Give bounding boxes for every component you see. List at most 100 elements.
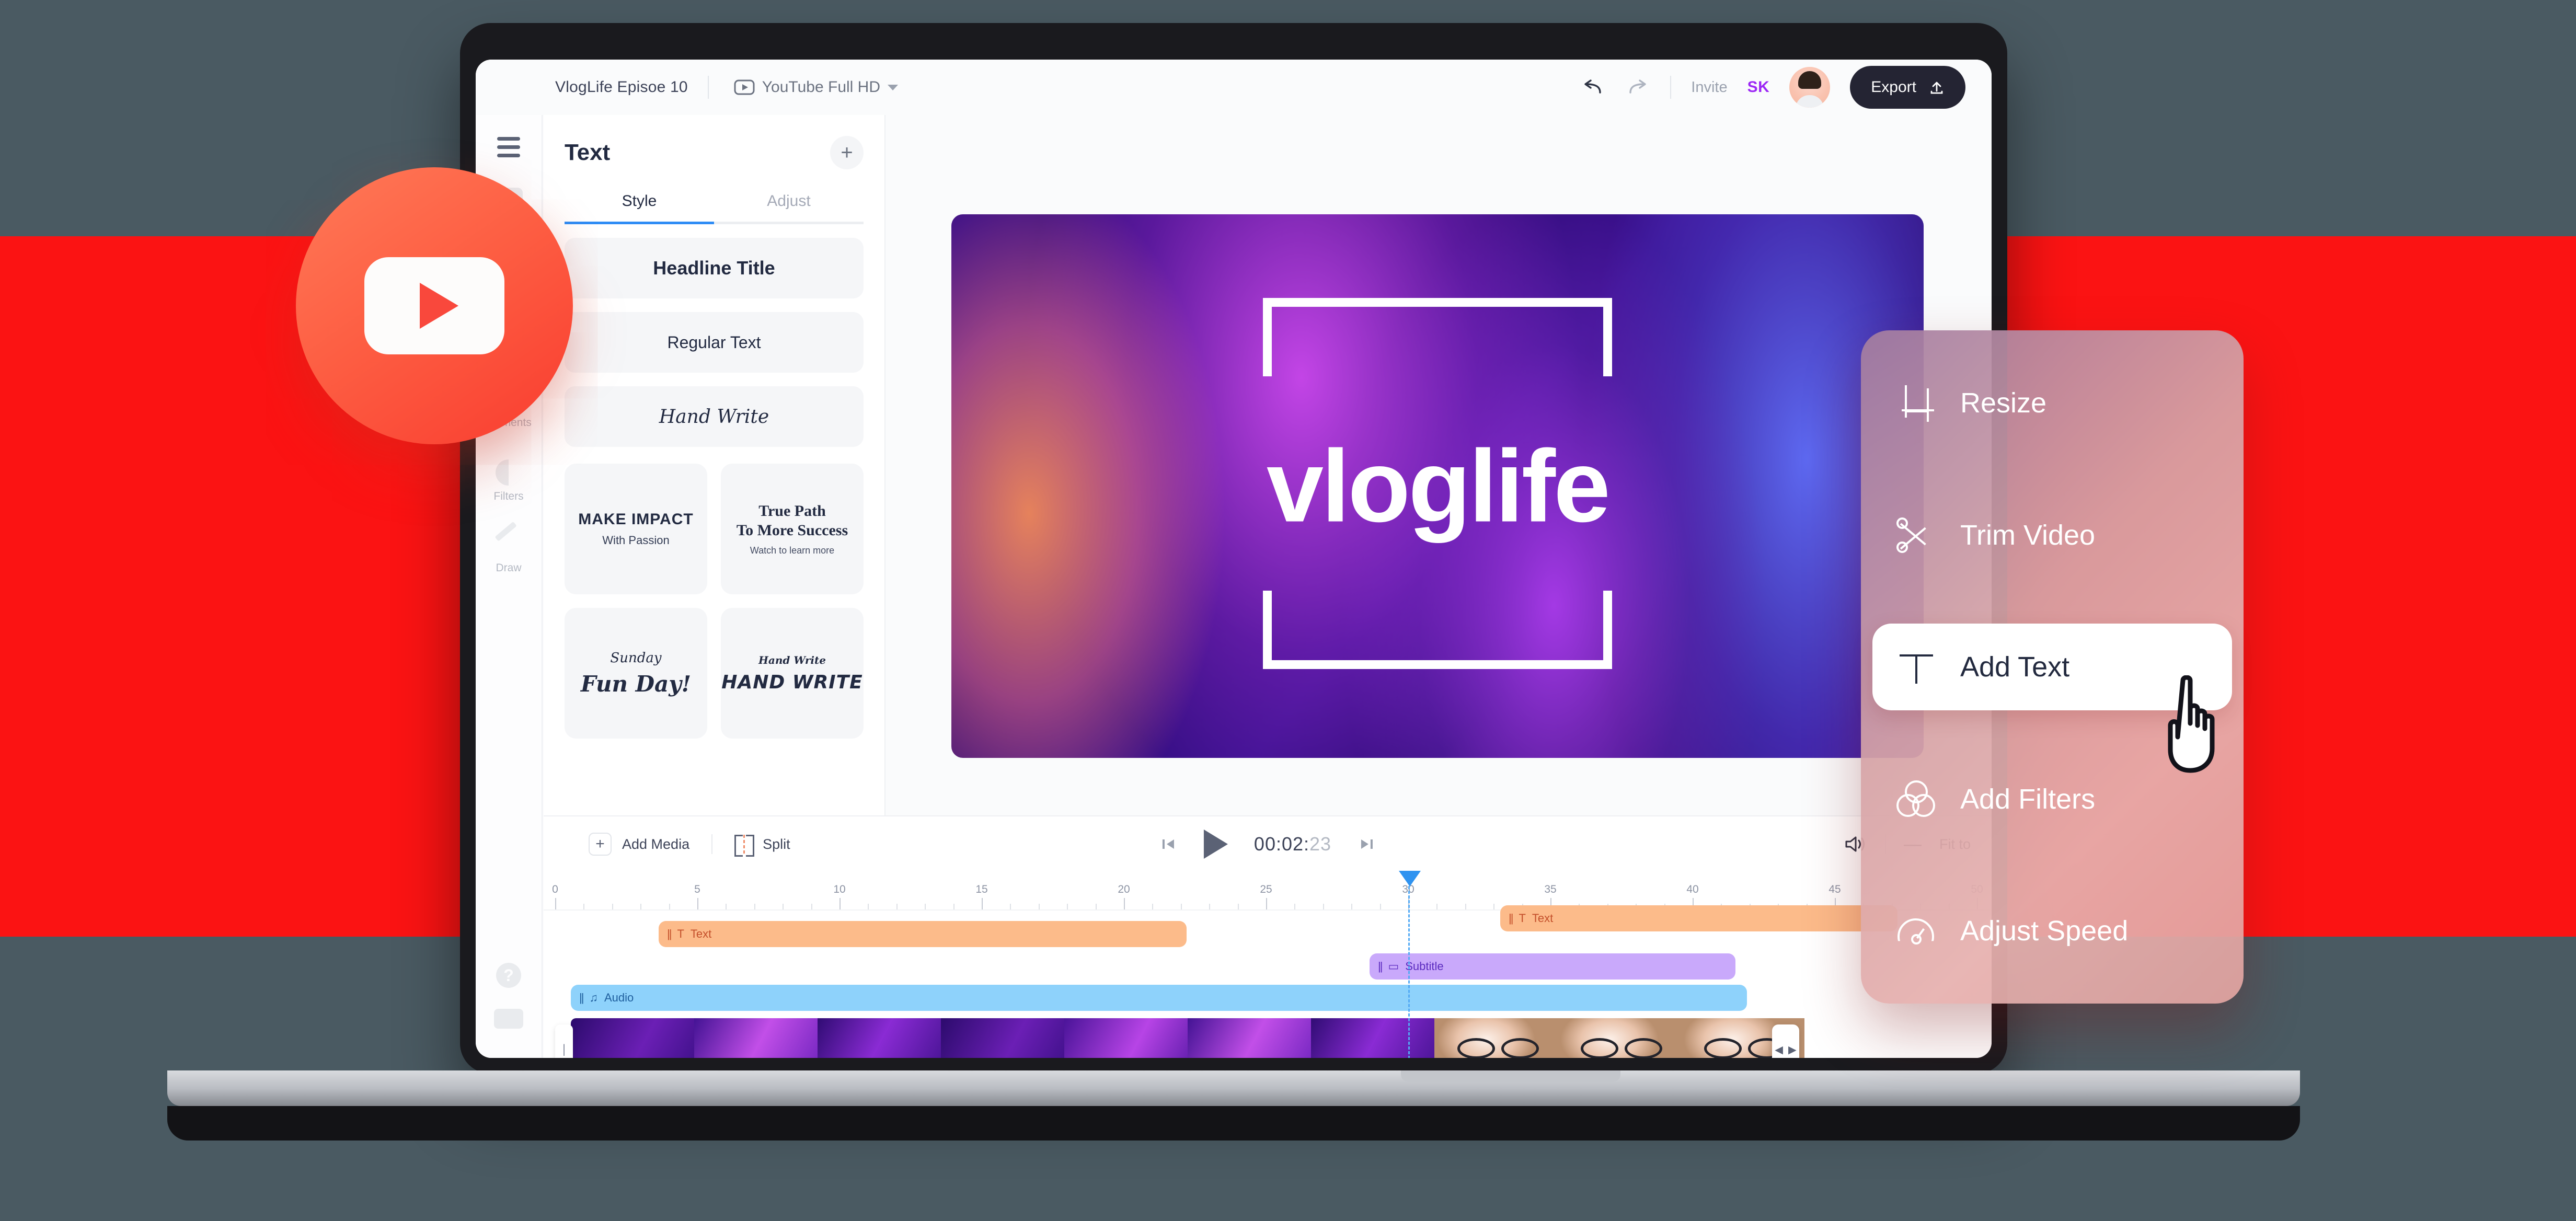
menu-item-label: Resize	[1960, 387, 2047, 419]
page-title: Text	[565, 140, 611, 165]
add-media-button[interactable]: + Add Media	[589, 833, 689, 856]
play-icon[interactable]	[1203, 830, 1228, 859]
video-thumbnail	[1434, 1018, 1558, 1058]
laptop-foot	[167, 1106, 2300, 1141]
video-thumbnail	[1064, 1018, 1188, 1058]
keyboard-icon[interactable]	[494, 1009, 523, 1029]
project-title[interactable]: VlogLife Episoe 10	[555, 78, 688, 96]
timeline: + Add Media Split 00:02:23 0 5 10 15 20 …	[544, 815, 1992, 1058]
style-row-headline[interactable]: Headline Title	[565, 238, 864, 298]
ruler-tick-label: 20	[1118, 883, 1130, 895]
ruler-tick-label: 25	[1260, 883, 1272, 895]
video-thumbnail	[1188, 1018, 1311, 1058]
youtube-play-icon	[734, 79, 755, 95]
filters-icon	[495, 459, 522, 486]
transition-handle[interactable]: ◄►	[1772, 1024, 1799, 1058]
hand-pointer-cursor	[2168, 675, 2215, 773]
canvas-area: vloglife	[887, 115, 1992, 815]
subtitle-clip-icon: ▭	[1388, 960, 1399, 973]
sidebar-item-label: Filters	[493, 490, 524, 502]
ruler-minor-tick	[783, 904, 784, 909]
sidebar-item-filters[interactable]: Filters	[493, 459, 524, 503]
skip-next-icon[interactable]	[1358, 835, 1375, 853]
redo-arrow-icon[interactable]	[1625, 78, 1650, 97]
video-thumbnail	[941, 1018, 1064, 1058]
ruler-minor-tick	[1379, 904, 1381, 909]
canvas-logo-text[interactable]: vloglife	[951, 428, 1924, 545]
timeline-clip-text[interactable]: || T Text	[1500, 905, 1898, 931]
frame-corner-icon	[1411, 298, 1612, 376]
ruler-minor-tick	[1322, 904, 1324, 909]
ruler-minor-tick	[1493, 904, 1495, 909]
ruler-minor-tick	[1010, 904, 1011, 909]
export-preset-selector[interactable]: YouTube Full HD	[734, 78, 899, 96]
ruler-minor-tick	[1237, 904, 1239, 909]
ruler-minor-tick	[726, 904, 727, 909]
clip-trim-handle-left[interactable]: |	[555, 1024, 573, 1058]
collaborator-initials-badge[interactable]: SK	[1747, 78, 1770, 96]
ruler-major-tick	[555, 898, 556, 909]
menu-item-label: Add Filters	[1960, 783, 2096, 815]
ruler-tick-label: 0	[552, 883, 558, 895]
timecode-main: 00:02:	[1254, 833, 1310, 855]
timeline-clip-text[interactable]: || T Text	[659, 921, 1187, 947]
question-mark-icon[interactable]: ?	[496, 963, 521, 988]
ruler-major-tick	[697, 898, 698, 909]
ruler-tick-label: 10	[833, 883, 846, 895]
style-row-handwrite[interactable]: Hand Write	[565, 386, 864, 447]
preset-primary: Sunday	[610, 650, 662, 666]
clip-label: Text	[1532, 912, 1554, 925]
add-text-button[interactable]: +	[830, 136, 864, 169]
preset-secondary: Fun Day!	[580, 671, 692, 697]
tab-adjust[interactable]: Adjust	[714, 192, 864, 224]
menu-item-adjust-speed[interactable]: Adjust Speed	[1861, 888, 2244, 974]
invite-button[interactable]: Invite	[1691, 79, 1727, 96]
preset-card-make-impact[interactable]: MAKE IMPACT With Passion	[565, 464, 707, 594]
skip-previous-icon[interactable]	[1160, 835, 1178, 853]
scissors-icon	[1896, 515, 1936, 555]
preset-card-sunday-fun-day[interactable]: Sunday Fun Day!	[565, 608, 707, 739]
export-button[interactable]: Export	[1850, 66, 1965, 109]
video-preview-canvas[interactable]: vloglife	[951, 214, 1924, 758]
preset-card-true-path[interactable]: True Path To More Success Watch to learn…	[721, 464, 864, 594]
clip-label: Audio	[604, 991, 634, 1004]
tab-style[interactable]: Style	[565, 192, 714, 224]
toolbar-divider	[711, 834, 713, 854]
youtube-logo-icon	[296, 167, 573, 444]
video-thumbnail	[818, 1018, 941, 1058]
clip-label: Subtitle	[1405, 960, 1444, 973]
laptop-body: VlogLife Episoe 10 YouTube Full HD Invit…	[460, 23, 2007, 1074]
text-preset-grid: MAKE IMPACT With Passion True Path To Mo…	[565, 464, 864, 739]
text-t-icon	[1896, 647, 1936, 687]
hamburger-icon[interactable]	[497, 137, 520, 157]
video-thumbnail	[1558, 1018, 1681, 1058]
rail-bottom-actions: ?	[494, 963, 523, 1029]
topbar-divider	[707, 76, 709, 99]
split-button[interactable]: Split	[734, 835, 790, 857]
playhead-handle[interactable]	[1399, 871, 1421, 886]
video-thumbnail	[1311, 1018, 1434, 1058]
playhead[interactable]	[1399, 871, 1421, 1058]
style-row-regular[interactable]: Regular Text	[565, 312, 864, 373]
timeline-toolbar: + Add Media Split 00:02:23	[544, 816, 1992, 872]
ruler-major-tick	[982, 898, 983, 909]
timeline-ruler[interactable]: 05101520253035404550	[544, 872, 1992, 911]
ruler-minor-tick	[1209, 904, 1211, 909]
menu-item-trim-video[interactable]: Trim Video	[1861, 492, 2244, 579]
ruler-tick-label: 15	[975, 883, 988, 895]
timeline-video-track[interactable]	[571, 1018, 1820, 1058]
ruler-minor-tick	[1095, 904, 1097, 909]
timeline-clip-subtitle[interactable]: || ▭ Subtitle	[1370, 953, 1735, 980]
avatar[interactable]	[1789, 67, 1831, 108]
plus-icon: +	[589, 833, 612, 856]
preset-card-hand-write[interactable]: Hand Write HAND WRITE	[721, 608, 864, 739]
menu-item-resize[interactable]: Resize	[1861, 360, 2244, 446]
timeline-clip-audio[interactable]: || ♫ Audio	[571, 985, 1747, 1011]
ruler-minor-tick	[754, 904, 755, 909]
ruler-minor-tick	[1294, 904, 1296, 909]
sidebar-item-draw[interactable]: Draw	[494, 533, 523, 574]
ruler-minor-tick	[1038, 904, 1040, 909]
undo-arrow-icon[interactable]	[1580, 78, 1605, 97]
ruler-tick-label: 40	[1686, 883, 1699, 895]
topbar-actions: Invite SK Export	[1580, 66, 1992, 109]
